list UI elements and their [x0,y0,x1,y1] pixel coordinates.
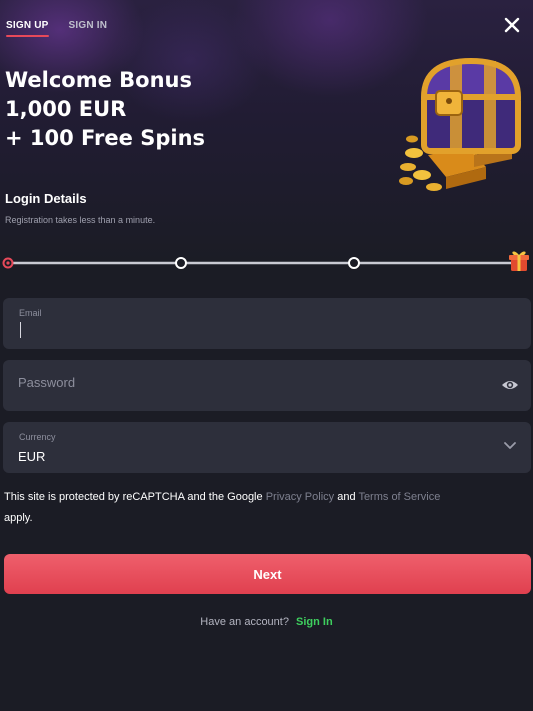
registration-progress [2,251,529,271]
notice-prefix: This site is protected by reCAPTCHA and … [4,491,263,503]
login-details-heading: Login Details [5,191,87,206]
currency-value: EUR [18,449,46,464]
chevron-down-icon [504,442,516,449]
notice-suffix: apply. [4,512,33,524]
have-account-text: Have an account? [200,616,289,628]
password-field[interactable]: Password [3,360,531,411]
email-field[interactable]: Email [3,298,531,349]
have-account-row: Have an account? Sign In [0,616,533,628]
progress-step-2 [175,257,187,269]
email-label: Email [19,308,42,318]
login-details-subtitle: Registration takes less than a minute. [5,215,156,225]
treasure-chest-icon [399,57,522,191]
bonus-amount: 1,000 EUR [5,97,127,121]
recaptcha-notice: This site is protected by reCAPTCHA and … [4,487,524,529]
tab-sign-in[interactable]: SIGN IN [69,20,108,37]
gift-icon [509,251,529,271]
terms-of-service-link[interactable]: Terms of Service [358,491,440,503]
notice-and: and [337,491,356,503]
next-button[interactable]: Next [4,554,531,594]
auth-tabs: SIGN UP SIGN IN [6,20,107,37]
bonus-spins: + 100 Free Spins [5,126,206,150]
text-cursor [20,322,21,338]
close-button[interactable] [501,14,523,36]
bonus-title: Welcome Bonus [5,68,193,92]
close-icon [504,17,520,33]
password-placeholder: Password [18,375,76,390]
privacy-policy-link[interactable]: Privacy Policy [266,491,334,503]
tab-sign-up[interactable]: SIGN UP [6,20,49,37]
sign-in-link[interactable]: Sign In [296,616,333,628]
currency-select[interactable]: Currency EUR [3,422,531,473]
currency-label: Currency [19,432,56,442]
progress-step-3 [348,257,360,269]
welcome-bonus: Welcome Bonus 1,000 EUR + 100 Free Spins [5,66,205,153]
eye-icon[interactable] [501,377,519,393]
